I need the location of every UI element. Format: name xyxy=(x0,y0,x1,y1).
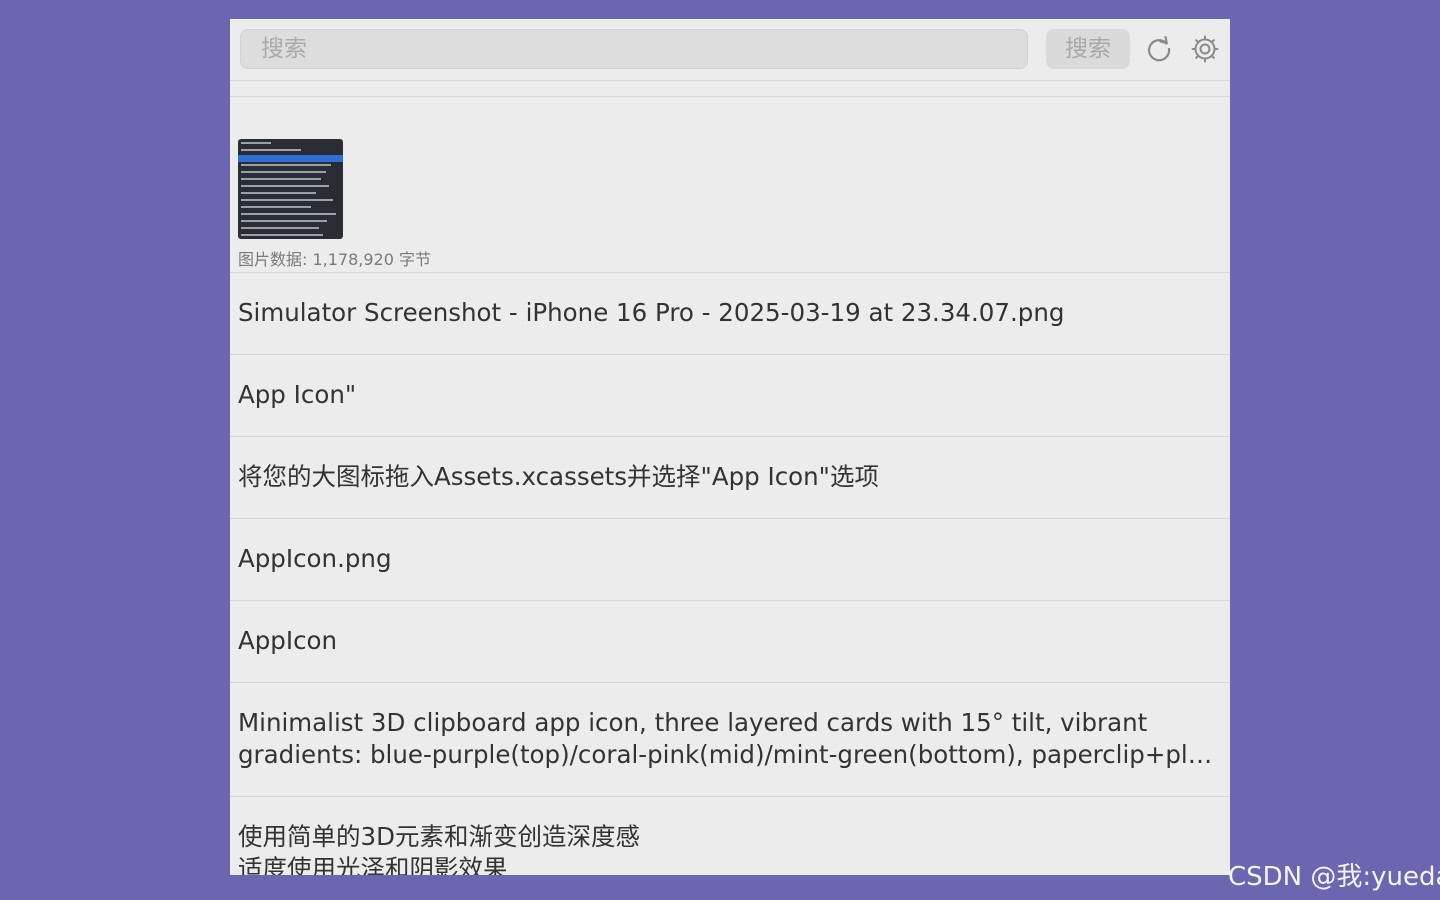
gear-icon[interactable] xyxy=(1190,34,1220,64)
search-input[interactable]: 搜索 xyxy=(240,29,1028,69)
clip-text: 使用简单的3D元素和渐变创造深度感 适度使用光泽和阴影效果 xyxy=(238,797,1218,875)
toolbar: 搜索 搜索 xyxy=(230,19,1230,81)
image-size-label: 图片数据: 1,178,920 字节 xyxy=(238,250,431,269)
clip-item[interactable]: 使用简单的3D元素和渐变创造深度感 适度使用光泽和阴影效果 xyxy=(230,797,1230,875)
clip-text-line: Minimalist 3D clipboard app icon, three … xyxy=(238,708,1148,737)
clip-text-line: gradients: blue-purple(top)/coral-pink(m… xyxy=(238,740,1218,769)
clip-text: App Icon" xyxy=(238,380,357,409)
clip-text: AppIcon.png xyxy=(238,544,392,573)
clip-text: AppIcon xyxy=(238,626,338,655)
clip-item[interactable]: Simulator Screenshot - iPhone 16 Pro - 2… xyxy=(230,273,1230,355)
clip-item[interactable]: App Icon" xyxy=(230,355,1230,437)
clip-text: Minimalist 3D clipboard app icon, three … xyxy=(238,683,1218,771)
clip-item[interactable]: Minimalist 3D clipboard app icon, three … xyxy=(230,683,1230,797)
clip-list[interactable]: 图片数据: 1,178,920 字节 Simulator Screenshot … xyxy=(230,80,1230,875)
clip-text: 将您的大图标拖入Assets.xcassets并选择"App Icon"选项 xyxy=(238,462,879,491)
clip-text: Simulator Screenshot - iPhone 16 Pro - 2… xyxy=(238,298,1065,327)
search-button[interactable]: 搜索 xyxy=(1046,29,1130,69)
refresh-icon[interactable] xyxy=(1144,34,1174,64)
clip-text-line: 使用简单的3D元素和渐变创造深度感 xyxy=(238,822,640,851)
watermark: CSDN @我:yueda xyxy=(1228,862,1440,892)
image-thumbnail xyxy=(238,139,343,239)
clip-item-image[interactable]: 图片数据: 1,178,920 字节 xyxy=(230,97,1230,273)
clip-item[interactable]: 将您的大图标拖入Assets.xcassets并选择"App Icon"选项 xyxy=(230,437,1230,519)
clip-item[interactable]: AppIcon.png xyxy=(230,519,1230,601)
clip-item[interactable]: AppIcon xyxy=(230,601,1230,683)
clip-text-line: 适度使用光泽和阴影效果 xyxy=(238,854,508,875)
clipboard-panel: 搜索 搜索 图片数据: 1,178,920 字节 Simulator Scree… xyxy=(230,19,1230,875)
